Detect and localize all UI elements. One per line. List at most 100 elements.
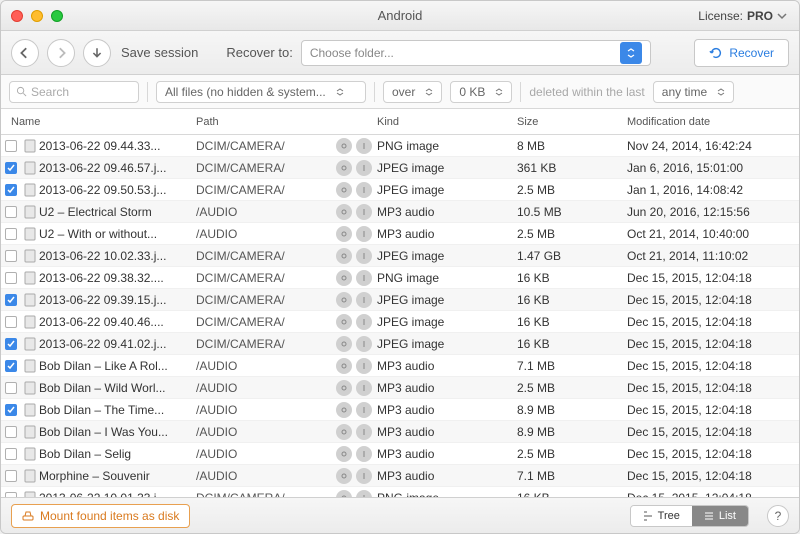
back-button[interactable] xyxy=(11,39,39,67)
size-value-filter[interactable]: 0 KB xyxy=(450,81,512,103)
table-row[interactable]: U2 – With or without.../AUDIOMP3 audio2.… xyxy=(1,223,799,245)
preview-icon[interactable] xyxy=(336,336,352,352)
file-table[interactable]: 2013-06-22 09.44.33...DCIM/CAMERA/PNG im… xyxy=(1,135,799,497)
preview-icon[interactable] xyxy=(336,182,352,198)
info-icon[interactable] xyxy=(356,160,372,176)
forward-button[interactable] xyxy=(47,39,75,67)
filetype-filter[interactable]: All files (no hidden & system... xyxy=(156,81,366,103)
toolbar: Save session Recover to: Choose folder..… xyxy=(1,31,799,75)
info-icon[interactable] xyxy=(356,358,372,374)
row-checkbox[interactable] xyxy=(5,272,17,284)
preview-icon[interactable] xyxy=(336,248,352,264)
table-row[interactable]: Bob Dilan – Wild Worl.../AUDIOMP3 audio2… xyxy=(1,377,799,399)
info-icon[interactable] xyxy=(356,402,372,418)
row-checkbox[interactable] xyxy=(5,426,17,438)
table-row[interactable]: Bob Dilan – Like A Rol.../AUDIOMP3 audio… xyxy=(1,355,799,377)
column-header-path[interactable]: Path xyxy=(196,116,331,128)
row-checkbox[interactable] xyxy=(5,316,17,328)
file-icon xyxy=(21,403,39,417)
info-icon[interactable] xyxy=(356,490,372,498)
row-checkbox[interactable] xyxy=(5,404,17,416)
row-checkbox[interactable] xyxy=(5,228,17,240)
table-row[interactable]: U2 – Electrical Storm/AUDIOMP3 audio10.5… xyxy=(1,201,799,223)
preview-icon[interactable] xyxy=(336,380,352,396)
preview-icon[interactable] xyxy=(336,490,352,498)
license-label: License: xyxy=(698,9,743,23)
save-session-button[interactable] xyxy=(83,39,111,67)
info-icon[interactable] xyxy=(356,468,372,484)
size-comparator-filter[interactable]: over xyxy=(383,81,442,103)
table-row[interactable]: 2013-06-22 09.40.46....DCIM/CAMERA/JPEG … xyxy=(1,311,799,333)
preview-icon[interactable] xyxy=(336,446,352,462)
time-filter[interactable]: any time xyxy=(653,81,734,103)
preview-icon[interactable] xyxy=(336,204,352,220)
file-path: DCIM/CAMERA/ xyxy=(196,183,331,197)
preview-icon[interactable] xyxy=(336,424,352,440)
license-indicator[interactable]: License: PRO xyxy=(698,9,787,23)
list-view-button[interactable]: List xyxy=(692,506,748,526)
table-row[interactable]: Bob Dilan – The Time.../AUDIOMP3 audio8.… xyxy=(1,399,799,421)
maximize-window-button[interactable] xyxy=(51,10,63,22)
row-checkbox[interactable] xyxy=(5,140,17,152)
table-row[interactable]: 2013-06-22 09.41.02.j...DCIM/CAMERA/JPEG… xyxy=(1,333,799,355)
preview-icon[interactable] xyxy=(336,138,352,154)
row-checkbox[interactable] xyxy=(5,448,17,460)
row-checkbox[interactable] xyxy=(5,470,17,482)
table-row[interactable]: 2013-06-22 09.46.57.j...DCIM/CAMERA/JPEG… xyxy=(1,157,799,179)
row-status-icons xyxy=(331,248,377,264)
table-row[interactable]: 2013-06-22 09.50.53.j...DCIM/CAMERA/JPEG… xyxy=(1,179,799,201)
table-row[interactable]: 2013-06-22 09.38.32....DCIM/CAMERA/PNG i… xyxy=(1,267,799,289)
search-input[interactable]: Search xyxy=(9,81,139,103)
info-icon[interactable] xyxy=(356,204,372,220)
info-icon[interactable] xyxy=(356,424,372,440)
column-header-name[interactable]: Name xyxy=(1,116,196,128)
row-checkbox[interactable] xyxy=(5,294,17,306)
info-icon[interactable] xyxy=(356,248,372,264)
info-icon[interactable] xyxy=(356,336,372,352)
column-header-mod[interactable]: Modification date xyxy=(627,116,799,128)
row-checkbox[interactable] xyxy=(5,184,17,196)
table-row[interactable]: 2013-06-22 09.44.33...DCIM/CAMERA/PNG im… xyxy=(1,135,799,157)
table-row[interactable]: Bob Dilan – Selig/AUDIOMP3 audio2.5 MBDe… xyxy=(1,443,799,465)
info-icon[interactable] xyxy=(356,270,372,286)
preview-icon[interactable] xyxy=(336,270,352,286)
folder-dropdown[interactable]: Choose folder... xyxy=(301,40,651,66)
recover-button[interactable]: Recover xyxy=(694,39,789,67)
column-header-kind[interactable]: Kind xyxy=(377,116,517,128)
info-icon[interactable] xyxy=(356,182,372,198)
table-row[interactable]: 2013-06-22 10.02.33.j...DCIM/CAMERA/JPEG… xyxy=(1,245,799,267)
mount-disk-button[interactable]: Mount found items as disk xyxy=(11,504,190,528)
info-icon[interactable] xyxy=(356,226,372,242)
tree-view-button[interactable]: Tree xyxy=(631,506,692,526)
table-row[interactable]: 2013-06-22 10.01.33.j...DCIM/CAMERA/PNG … xyxy=(1,487,799,497)
info-icon[interactable] xyxy=(356,292,372,308)
row-checkbox[interactable] xyxy=(5,162,17,174)
table-row[interactable]: Bob Dilan – I Was You.../AUDIOMP3 audio8… xyxy=(1,421,799,443)
preview-icon[interactable] xyxy=(336,402,352,418)
help-button[interactable]: ? xyxy=(767,505,789,527)
preview-icon[interactable] xyxy=(336,468,352,484)
preview-icon[interactable] xyxy=(336,292,352,308)
row-checkbox[interactable] xyxy=(5,250,17,262)
row-checkbox[interactable] xyxy=(5,338,17,350)
file-icon xyxy=(21,271,39,285)
close-window-button[interactable] xyxy=(11,10,23,22)
row-checkbox[interactable] xyxy=(5,382,17,394)
info-icon[interactable] xyxy=(356,380,372,396)
table-row[interactable]: 2013-06-22 09.39.15.j...DCIM/CAMERA/JPEG… xyxy=(1,289,799,311)
minimize-window-button[interactable] xyxy=(31,10,43,22)
preview-icon[interactable] xyxy=(336,314,352,330)
info-icon[interactable] xyxy=(356,314,372,330)
row-checkbox[interactable] xyxy=(5,360,17,372)
preview-icon[interactable] xyxy=(336,160,352,176)
row-checkbox[interactable] xyxy=(5,206,17,218)
preview-icon[interactable] xyxy=(336,358,352,374)
info-icon[interactable] xyxy=(356,446,372,462)
file-size: 8.9 MB xyxy=(517,403,627,417)
preview-icon[interactable] xyxy=(336,226,352,242)
file-kind: MP3 audio xyxy=(377,227,517,241)
info-icon[interactable] xyxy=(356,138,372,154)
file-name: 2013-06-22 10.02.33.j... xyxy=(39,249,196,263)
column-header-size[interactable]: Size xyxy=(517,116,627,128)
table-row[interactable]: Morphine – Souvenir/AUDIOMP3 audio7.1 MB… xyxy=(1,465,799,487)
